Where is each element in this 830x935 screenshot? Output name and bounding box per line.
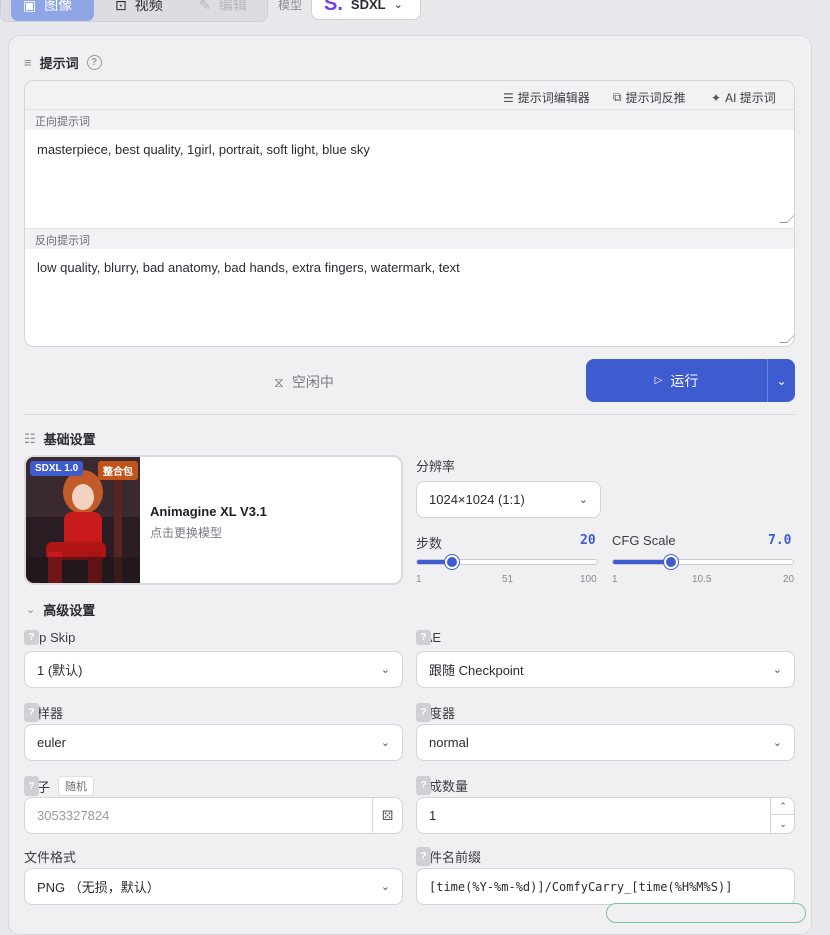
scheduler-label: 调度器 ? <box>416 703 455 722</box>
chevron-down-icon: ⌄ <box>380 737 390 749</box>
seed-input[interactable]: 3053327824 ⚄ <box>24 797 403 834</box>
video-icon: ⊡ <box>115 0 127 13</box>
clip-skip-label: Clip Skip ? <box>24 630 76 645</box>
run-button[interactable]: ▷ 运行 <box>586 359 767 402</box>
sdxl-logo-icon: S. <box>324 0 343 15</box>
tab-image[interactable]: ▣ 图像 <box>11 0 94 21</box>
advanced-settings-toggle[interactable]: ⌄ 高级设置 <box>26 600 95 619</box>
image-icon: ▣ <box>23 0 37 13</box>
run-dropdown-button[interactable]: ⌄ <box>767 359 795 402</box>
negative-prompt-label: 反向提示词 <box>25 229 794 249</box>
help-icon[interactable]: ? <box>24 703 39 722</box>
chevron-down-icon: ⌄ <box>26 604 36 616</box>
resize-handle[interactable] <box>779 335 794 343</box>
resolution-label: 分辨率 <box>416 459 456 474</box>
prompt-editor-button[interactable]: ☰ 提示词编辑器 <box>503 89 590 106</box>
tab-video[interactable]: ⊡ 视频 <box>103 0 175 21</box>
version-badge: SDXL 1.0 <box>30 461 84 476</box>
help-icon[interactable]: ? <box>24 776 39 796</box>
help-icon[interactable]: ? <box>416 847 431 866</box>
idle-status: ⧖ 空闲中 <box>274 373 334 391</box>
tab-edit[interactable]: ✎ 编辑 <box>187 0 259 21</box>
hourglass-icon: ⧖ <box>274 373 284 390</box>
help-icon[interactable]: ? <box>416 776 431 795</box>
resize-handle[interactable] <box>779 215 794 223</box>
positive-prompt-label: 正向提示词 <box>25 110 794 130</box>
steps-slider[interactable] <box>416 555 598 569</box>
batch-stepper[interactable]: ⌃ ⌄ <box>770 798 795 833</box>
basic-settings-title: ☷ 基础设置 <box>24 430 96 448</box>
prefix-input[interactable]: [time(%Y-%m-%d)]/ComfyCarry_[time(%H%M%S… <box>416 868 795 905</box>
seed-label: 种子 ? 随机 <box>24 776 95 796</box>
prompt-reverse-button[interactable]: ⧉ 提示词反推 <box>613 89 686 106</box>
prompt-box: ☰ 提示词编辑器 ⧉ 提示词反推 ✦ AI 提示词 正向提示词 masterpi… <box>24 80 795 347</box>
toast-edge <box>606 903 806 923</box>
vae-select[interactable]: 跟随 Checkpoint ⌄ <box>416 651 795 688</box>
format-label: 文件格式 <box>24 850 77 865</box>
chevron-up-icon[interactable]: ⌃ <box>771 798 795 815</box>
batch-label: 生成数量 ? <box>416 776 468 795</box>
positive-prompt-textarea[interactable]: masterpiece, best quality, 1girl, portra… <box>37 142 370 157</box>
chevron-down-icon[interactable]: ⌄ <box>771 815 795 833</box>
resolution-select[interactable]: 1024×1024 (1:1) ⌄ <box>416 481 601 518</box>
sliders-icon: ☷ <box>24 430 36 446</box>
chevron-down-icon: ⌄ <box>776 373 787 388</box>
chevron-down-icon: ⌄ <box>380 881 390 893</box>
vae-label: VAE ? <box>416 630 441 645</box>
chevron-down-icon: ⌄ <box>772 664 782 676</box>
cfg-max: 20 <box>783 574 795 585</box>
list-edit-icon: ☰ <box>503 90 514 105</box>
pack-badge: 整合包 <box>98 461 138 480</box>
cfg-slider-fill <box>613 560 671 564</box>
help-icon[interactable]: ? <box>24 630 39 645</box>
random-seed-toggle[interactable]: 随机 <box>58 776 95 796</box>
prompt-toolbar: ☰ 提示词编辑器 ⧉ 提示词反推 ✦ AI 提示词 <box>25 81 794 110</box>
model-card[interactable]: SDXL 1.0 整合包 Animagine XL V3.1 点击更换模型 <box>24 455 403 585</box>
cfg-slider[interactable] <box>612 555 794 569</box>
ai-prompt-button[interactable]: ✦ AI 提示词 <box>711 89 776 106</box>
help-icon[interactable]: ? <box>86 55 102 70</box>
cfg-mid: 10.5 <box>692 574 712 585</box>
batch-input[interactable]: 1 ⌃ ⌄ <box>416 797 795 834</box>
section-divider <box>24 414 795 415</box>
chevron-down-icon: ⌄ <box>380 664 390 676</box>
clip-skip-select[interactable]: 1 (默认) ⌄ <box>24 651 403 688</box>
cfg-value: 7.0 <box>768 533 792 548</box>
play-icon: ▷ <box>654 375 663 386</box>
scheduler-select[interactable]: normal ⌄ <box>416 724 795 761</box>
sparkle-icon: ✦ <box>711 90 722 105</box>
chevron-down-icon: ⌄ <box>393 0 403 11</box>
sampler-select[interactable]: euler ⌄ <box>24 724 403 761</box>
negative-prompt-textarea[interactable]: low quality, blurry, bad anatomy, bad ha… <box>37 260 460 275</box>
model-label: 模型 <box>278 0 303 12</box>
prompt-section-title: ≡ 提示词 ? <box>24 53 102 72</box>
mode-tabs: ▣ 图像 ⊡ 视频 ✎ 编辑 <box>0 0 268 22</box>
help-icon[interactable]: ? <box>416 703 431 722</box>
dice-icon[interactable]: ⚄ <box>372 798 402 833</box>
help-icon[interactable]: ? <box>416 630 431 645</box>
cfg-label: CFG Scale <box>612 533 676 548</box>
sampler-label: 采样器 ? <box>24 703 63 722</box>
steps-slider-thumb[interactable] <box>444 555 459 569</box>
model-change-hint: 点击更换模型 <box>150 526 223 540</box>
cfg-min: 1 <box>612 574 618 585</box>
chevron-down-icon: ⌄ <box>578 494 588 506</box>
format-select[interactable]: PNG （无损，默认） ⌄ <box>24 868 403 905</box>
edit-icon: ✎ <box>199 0 211 13</box>
model-name: Animagine XL V3.1 <box>150 504 267 519</box>
model-thumbnail: SDXL 1.0 整合包 <box>26 457 140 583</box>
chevron-down-icon: ⌄ <box>772 737 782 749</box>
steps-max: 100 <box>580 574 597 585</box>
prefix-label: 文件名前缀 ? <box>416 847 481 866</box>
menu-lines-icon: ≡ <box>24 55 32 70</box>
cfg-slider-thumb[interactable] <box>663 555 678 569</box>
model-select[interactable]: S. SDXL ⌄ <box>311 0 421 20</box>
image-search-icon: ⧉ <box>613 90 622 104</box>
steps-mid: 51 <box>502 574 514 585</box>
steps-min: 1 <box>416 574 422 585</box>
steps-label: 步数 <box>416 536 443 551</box>
steps-value: 20 <box>580 533 596 548</box>
